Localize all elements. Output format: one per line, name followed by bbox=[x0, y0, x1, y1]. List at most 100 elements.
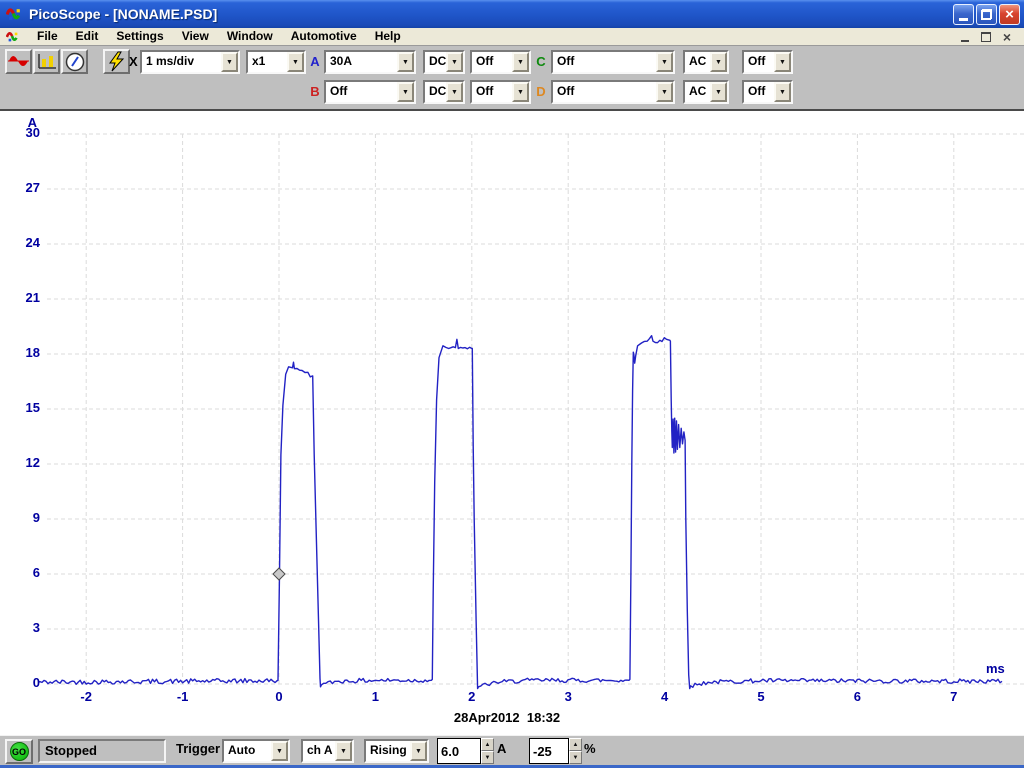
spin-down-icon[interactable]: ▼ bbox=[481, 751, 494, 764]
titlebar-restore-button[interactable] bbox=[976, 3, 997, 25]
channel-a-coupling-select[interactable]: DC ▼ bbox=[423, 50, 465, 74]
go-button-label: GO bbox=[9, 742, 29, 761]
meter-view-button[interactable] bbox=[61, 49, 88, 74]
channel-c-coupling-select[interactable]: AC ▼ bbox=[683, 50, 729, 74]
channel-b-coupling-select[interactable]: DC ▼ bbox=[423, 80, 465, 104]
y-tick-label: 15 bbox=[25, 400, 40, 415]
channel-d-coupling-select[interactable]: AC ▼ bbox=[683, 80, 729, 104]
x-tick-label: 1 bbox=[371, 689, 379, 704]
app-icon bbox=[6, 7, 21, 20]
channel-b-range-select[interactable]: Off ▼ bbox=[324, 80, 416, 104]
spin-up-icon[interactable]: ▲ bbox=[569, 738, 582, 751]
x-tick-label: 0 bbox=[275, 689, 283, 704]
dropdown-arrow-icon[interactable]: ▼ bbox=[512, 52, 529, 72]
picoscope-window: PicoScope - [NONAME.PSD] × File Edit Set… bbox=[0, 0, 1024, 768]
channel-c-range-select[interactable]: Off ▼ bbox=[551, 50, 675, 74]
mdi-close-icon: × bbox=[1002, 28, 1012, 45]
timebase-x-label: X bbox=[129, 54, 138, 69]
trigger-setup-button[interactable] bbox=[103, 49, 130, 74]
x-tick-label: 6 bbox=[853, 689, 861, 704]
dropdown-arrow-icon[interactable]: ▼ bbox=[656, 52, 673, 72]
y-tick-label: 30 bbox=[25, 125, 40, 140]
x-tick-label: 5 bbox=[757, 689, 765, 704]
dropdown-arrow-icon[interactable]: ▼ bbox=[287, 52, 304, 72]
channel-b-option-select[interactable]: Off ▼ bbox=[470, 80, 531, 104]
dropdown-arrow-icon[interactable]: ▼ bbox=[656, 82, 673, 102]
dropdown-arrow-icon[interactable]: ▼ bbox=[397, 82, 414, 102]
trigger-level-unit-label: A bbox=[497, 741, 507, 756]
x-tick-label: -2 bbox=[80, 689, 92, 704]
dropdown-arrow-icon[interactable]: ▼ bbox=[512, 82, 529, 102]
x-tick-label: 2 bbox=[468, 689, 476, 704]
x-tick-label: 4 bbox=[660, 689, 669, 704]
channel-d-option-select[interactable]: Off ▼ bbox=[742, 80, 793, 104]
x-tick-label: 7 bbox=[950, 689, 958, 704]
timebase-select[interactable]: 1 ms/div ▼ bbox=[140, 50, 240, 74]
trigger-source-select[interactable]: ch A ▼ bbox=[301, 739, 354, 763]
mdi-app-icon[interactable] bbox=[6, 30, 20, 44]
dropdown-arrow-icon[interactable]: ▼ bbox=[397, 52, 414, 72]
go-button[interactable]: GO bbox=[5, 739, 33, 764]
trigger-flash-icon bbox=[109, 51, 125, 72]
menu-automotive[interactable]: Automotive bbox=[282, 28, 366, 45]
scope-view-button[interactable] bbox=[5, 49, 32, 74]
waveform-plot bbox=[37, 133, 1024, 690]
y-tick-label: 9 bbox=[32, 510, 40, 525]
channel-a-range-select[interactable]: 30A ▼ bbox=[324, 50, 416, 74]
dropdown-arrow-icon[interactable]: ▼ bbox=[221, 52, 238, 72]
menu-file[interactable]: File bbox=[28, 28, 67, 45]
x-tick-label: 3 bbox=[564, 689, 572, 704]
mdi-window-controls: × bbox=[953, 29, 1024, 44]
scope-view-icon bbox=[8, 56, 29, 66]
mdi-restore-icon bbox=[981, 31, 991, 42]
menu-help[interactable]: Help bbox=[366, 28, 410, 45]
trigger-marker[interactable] bbox=[272, 567, 286, 581]
x-tick-label: -1 bbox=[176, 689, 189, 704]
status-bar: GO Stopped Trigger Auto ▼ ch A ▼ Rising … bbox=[0, 735, 1024, 765]
trigger-label: Trigger bbox=[176, 741, 221, 756]
channel-c-option-select[interactable]: Off ▼ bbox=[742, 50, 793, 74]
mdi-close-button[interactable]: × bbox=[998, 29, 1016, 44]
dropdown-arrow-icon[interactable]: ▼ bbox=[710, 52, 727, 72]
trigger-edge-select[interactable]: Rising ▼ bbox=[364, 739, 429, 763]
y-tick-label: 24 bbox=[25, 235, 40, 250]
channel-d-label: D bbox=[536, 84, 546, 99]
y-tick-label: 6 bbox=[32, 565, 40, 580]
multiplier-select[interactable]: x1 ▼ bbox=[246, 50, 306, 74]
menu-window[interactable]: Window bbox=[218, 28, 282, 45]
trigger-level-input[interactable] bbox=[437, 738, 481, 764]
dropdown-arrow-icon[interactable]: ▼ bbox=[335, 741, 352, 761]
spin-up-icon[interactable]: ▲ bbox=[481, 738, 494, 751]
dropdown-arrow-icon[interactable]: ▼ bbox=[710, 82, 727, 102]
mdi-minimize-button[interactable] bbox=[956, 29, 974, 44]
trigger-delay-input[interactable] bbox=[529, 738, 569, 764]
mdi-minimize-icon bbox=[961, 39, 969, 42]
dropdown-arrow-icon[interactable]: ▼ bbox=[446, 82, 463, 102]
dropdown-arrow-icon[interactable]: ▼ bbox=[774, 52, 791, 72]
window-title: PicoScope - [NONAME.PSD] bbox=[29, 6, 218, 22]
toolbar: X 1 ms/div ▼ x1 ▼ A 30A ▼ DC ▼ Off ▼ C O… bbox=[0, 46, 1024, 110]
menu-view[interactable]: View bbox=[173, 28, 218, 45]
title-bar: PicoScope - [NONAME.PSD] × bbox=[0, 0, 1024, 28]
menu-edit[interactable]: Edit bbox=[67, 28, 108, 45]
y-tick-label: 21 bbox=[25, 290, 40, 305]
trigger-mode-select[interactable]: Auto ▼ bbox=[222, 739, 290, 763]
chart-grid bbox=[47, 133, 1024, 685]
dropdown-arrow-icon[interactable]: ▼ bbox=[410, 741, 427, 761]
dropdown-arrow-icon[interactable]: ▼ bbox=[446, 52, 463, 72]
y-tick-label: 0 bbox=[32, 675, 40, 690]
y-tick-label: 18 bbox=[25, 345, 40, 360]
spin-down-icon[interactable]: ▼ bbox=[569, 751, 582, 764]
titlebar-close-button[interactable]: × bbox=[999, 3, 1020, 25]
channel-a-option-select[interactable]: Off ▼ bbox=[470, 50, 531, 74]
close-icon: × bbox=[1005, 5, 1014, 23]
channel-d-range-select[interactable]: Off ▼ bbox=[551, 80, 675, 104]
spectrum-view-button[interactable] bbox=[33, 49, 60, 74]
titlebar-minimize-button[interactable] bbox=[953, 3, 974, 25]
dropdown-arrow-icon[interactable]: ▼ bbox=[774, 82, 791, 102]
dropdown-arrow-icon[interactable]: ▼ bbox=[271, 741, 288, 761]
y-tick-label: 3 bbox=[32, 620, 40, 635]
menu-bar: File Edit Settings View Window Automotiv… bbox=[0, 28, 1024, 46]
mdi-restore-button[interactable] bbox=[977, 29, 995, 44]
menu-settings[interactable]: Settings bbox=[107, 28, 172, 45]
